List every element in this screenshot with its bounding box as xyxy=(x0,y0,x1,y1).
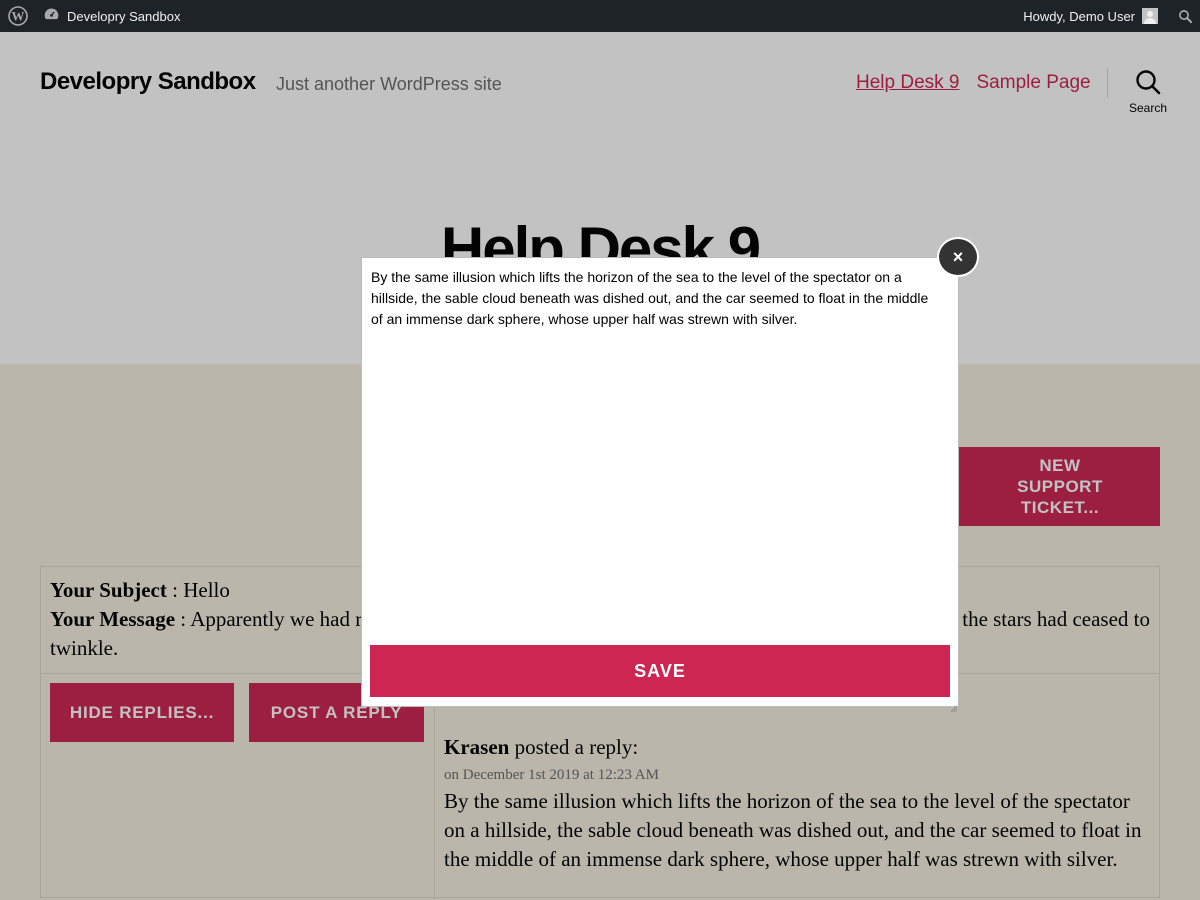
save-button[interactable]: SAVE xyxy=(370,645,950,697)
resize-handle-icon[interactable] xyxy=(950,699,958,713)
svg-text:W: W xyxy=(12,9,25,24)
admin-site-link[interactable]: Developry Sandbox xyxy=(43,6,180,26)
avatar xyxy=(1142,8,1158,24)
admin-site-name: Developry Sandbox xyxy=(67,8,181,24)
close-icon[interactable]: × xyxy=(937,237,979,277)
search-icon[interactable] xyxy=(1170,9,1200,24)
reply-textarea[interactable]: By the same illusion which lifts the hor… xyxy=(371,267,941,637)
edit-reply-modal: By the same illusion which lifts the hor… xyxy=(361,257,959,713)
admin-bar: W Developry Sandbox Howdy, Demo User xyxy=(0,0,1200,32)
dashboard-icon xyxy=(43,6,60,26)
admin-account-menu[interactable]: Howdy, Demo User xyxy=(1023,8,1170,24)
howdy-text: Howdy, Demo User xyxy=(1023,8,1135,24)
wordpress-logo-icon[interactable]: W xyxy=(1,0,35,32)
